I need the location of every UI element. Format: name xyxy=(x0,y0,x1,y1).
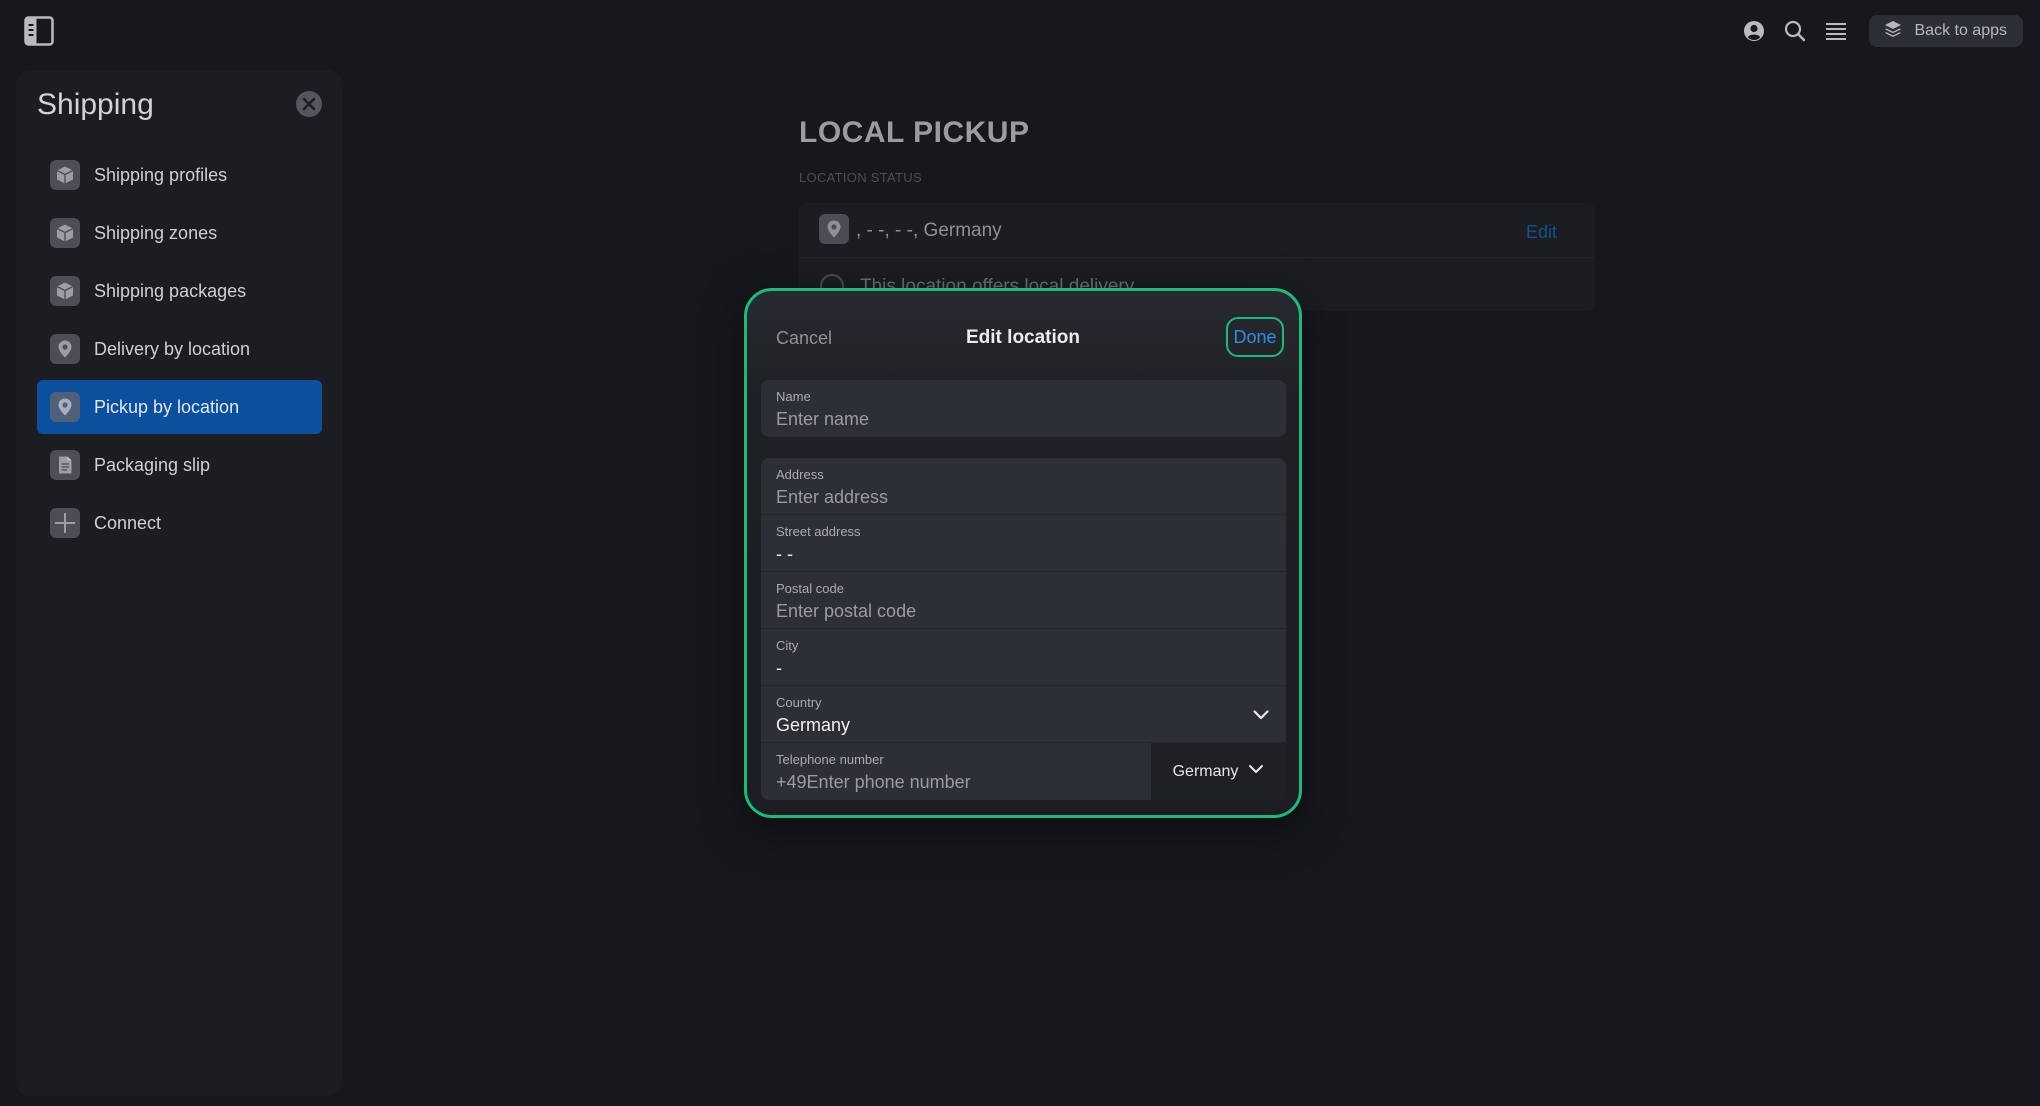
address-field[interactable]: Address Enter address xyxy=(761,458,1286,515)
phone-country-select[interactable]: Germany xyxy=(1151,743,1286,800)
location-row: , - -, - -, Germany Edit xyxy=(799,203,1595,258)
cancel-button[interactable]: Cancel xyxy=(776,328,832,349)
street-address-input[interactable]: - - xyxy=(776,544,793,565)
sidebar-item-label: Pickup by location xyxy=(94,396,240,417)
location-pin-icon xyxy=(50,392,80,422)
field-label: Street address xyxy=(776,524,861,539)
phone-placeholder: Enter phone number xyxy=(806,772,971,792)
app-root: Back to apps Shipping Shipping profiles xyxy=(0,0,2040,1106)
page-title: LOCAL PICKUP xyxy=(799,116,1030,149)
box-icon xyxy=(50,276,80,306)
close-icon[interactable] xyxy=(296,91,322,117)
sidebar-item-label: Connect xyxy=(94,512,162,533)
address-input[interactable]: Enter address xyxy=(776,487,888,508)
field-label: Name xyxy=(776,389,811,404)
back-to-apps-label: Back to apps xyxy=(1914,22,2008,39)
top-right-actions: Back to apps xyxy=(1734,14,2023,48)
sidebar-title: Shipping xyxy=(37,88,154,121)
sidebar-item-label: Shipping packages xyxy=(94,280,247,301)
field-label: City xyxy=(776,638,799,653)
chevron-down-icon[interactable] xyxy=(1252,706,1270,724)
city-input[interactable]: - xyxy=(776,658,782,679)
postal-code-input[interactable]: Enter postal code xyxy=(776,601,916,622)
sidebar-item-shipping-packages[interactable]: Shipping packages xyxy=(37,264,322,318)
sidebar-item-connect[interactable]: Connect xyxy=(37,496,322,550)
document-icon xyxy=(50,450,80,480)
sidebar: Shipping Shipping profiles Shipping zone… xyxy=(16,70,342,1096)
box-icon xyxy=(50,160,80,190)
location-address: , - -, - -, Germany xyxy=(856,220,1002,241)
section-label: LOCATION STATUS xyxy=(799,170,922,185)
field-label: Country xyxy=(776,695,822,710)
field-label: Postal code xyxy=(776,581,844,596)
street-address-field[interactable]: Street address - - xyxy=(761,515,1286,572)
sidebar-item-packaging-slip[interactable]: Packaging slip xyxy=(37,438,322,492)
country-field[interactable]: Country Germany xyxy=(761,686,1286,743)
sidebar-item-shipping-profiles[interactable]: Shipping profiles xyxy=(37,148,322,202)
menu-icon[interactable] xyxy=(1816,14,1857,48)
telephone-input[interactable]: +49Enter phone number xyxy=(776,772,971,793)
done-button[interactable]: Done xyxy=(1226,317,1284,357)
location-pin-icon xyxy=(819,214,849,244)
city-field[interactable]: City - xyxy=(761,629,1286,686)
name-input[interactable]: Enter name xyxy=(776,409,869,430)
sidebar-item-label: Delivery by location xyxy=(94,338,251,359)
field-label: Telephone number xyxy=(776,752,884,767)
search-icon[interactable] xyxy=(1775,14,1816,48)
plus-icon xyxy=(50,508,80,538)
country-select[interactable]: Germany xyxy=(776,715,850,736)
field-label: Address xyxy=(776,467,824,482)
box-icon xyxy=(50,218,80,248)
telephone-field[interactable]: Telephone number +49Enter phone number G… xyxy=(761,743,1286,800)
edit-location-link[interactable]: Edit xyxy=(1526,222,1557,243)
phone-prefix: +49 xyxy=(776,772,807,792)
layers-icon xyxy=(1883,19,1903,44)
sidebar-item-shipping-zones[interactable]: Shipping zones xyxy=(37,206,322,260)
sidebar-item-pickup-by-location[interactable]: Pickup by location xyxy=(37,380,322,434)
location-pin-icon xyxy=(50,334,80,364)
name-field-group: Name Enter name xyxy=(761,380,1286,437)
sidebar-toggle-icon[interactable] xyxy=(24,16,54,46)
sidebar-item-label: Shipping profiles xyxy=(94,164,228,185)
top-bar: Back to apps xyxy=(0,0,2040,62)
account-icon[interactable] xyxy=(1734,14,1775,48)
sidebar-item-label: Shipping zones xyxy=(94,222,218,243)
chevron-down-icon xyxy=(1248,761,1264,782)
back-to-apps-button[interactable]: Back to apps xyxy=(1868,15,2023,47)
postal-code-field[interactable]: Postal code Enter postal code xyxy=(761,572,1286,629)
edit-location-modal: Cancel Edit location Done Name Enter nam… xyxy=(744,288,1302,818)
sidebar-item-label: Packaging slip xyxy=(94,454,211,475)
sidebar-nav: Shipping profiles Shipping zones Shippin… xyxy=(37,148,322,554)
sidebar-item-delivery-by-location[interactable]: Delivery by location xyxy=(37,322,322,376)
name-field[interactable]: Name Enter name xyxy=(761,380,1286,437)
address-field-group: Address Enter address Street address - -… xyxy=(761,458,1286,800)
phone-country-label: Germany xyxy=(1172,762,1239,780)
